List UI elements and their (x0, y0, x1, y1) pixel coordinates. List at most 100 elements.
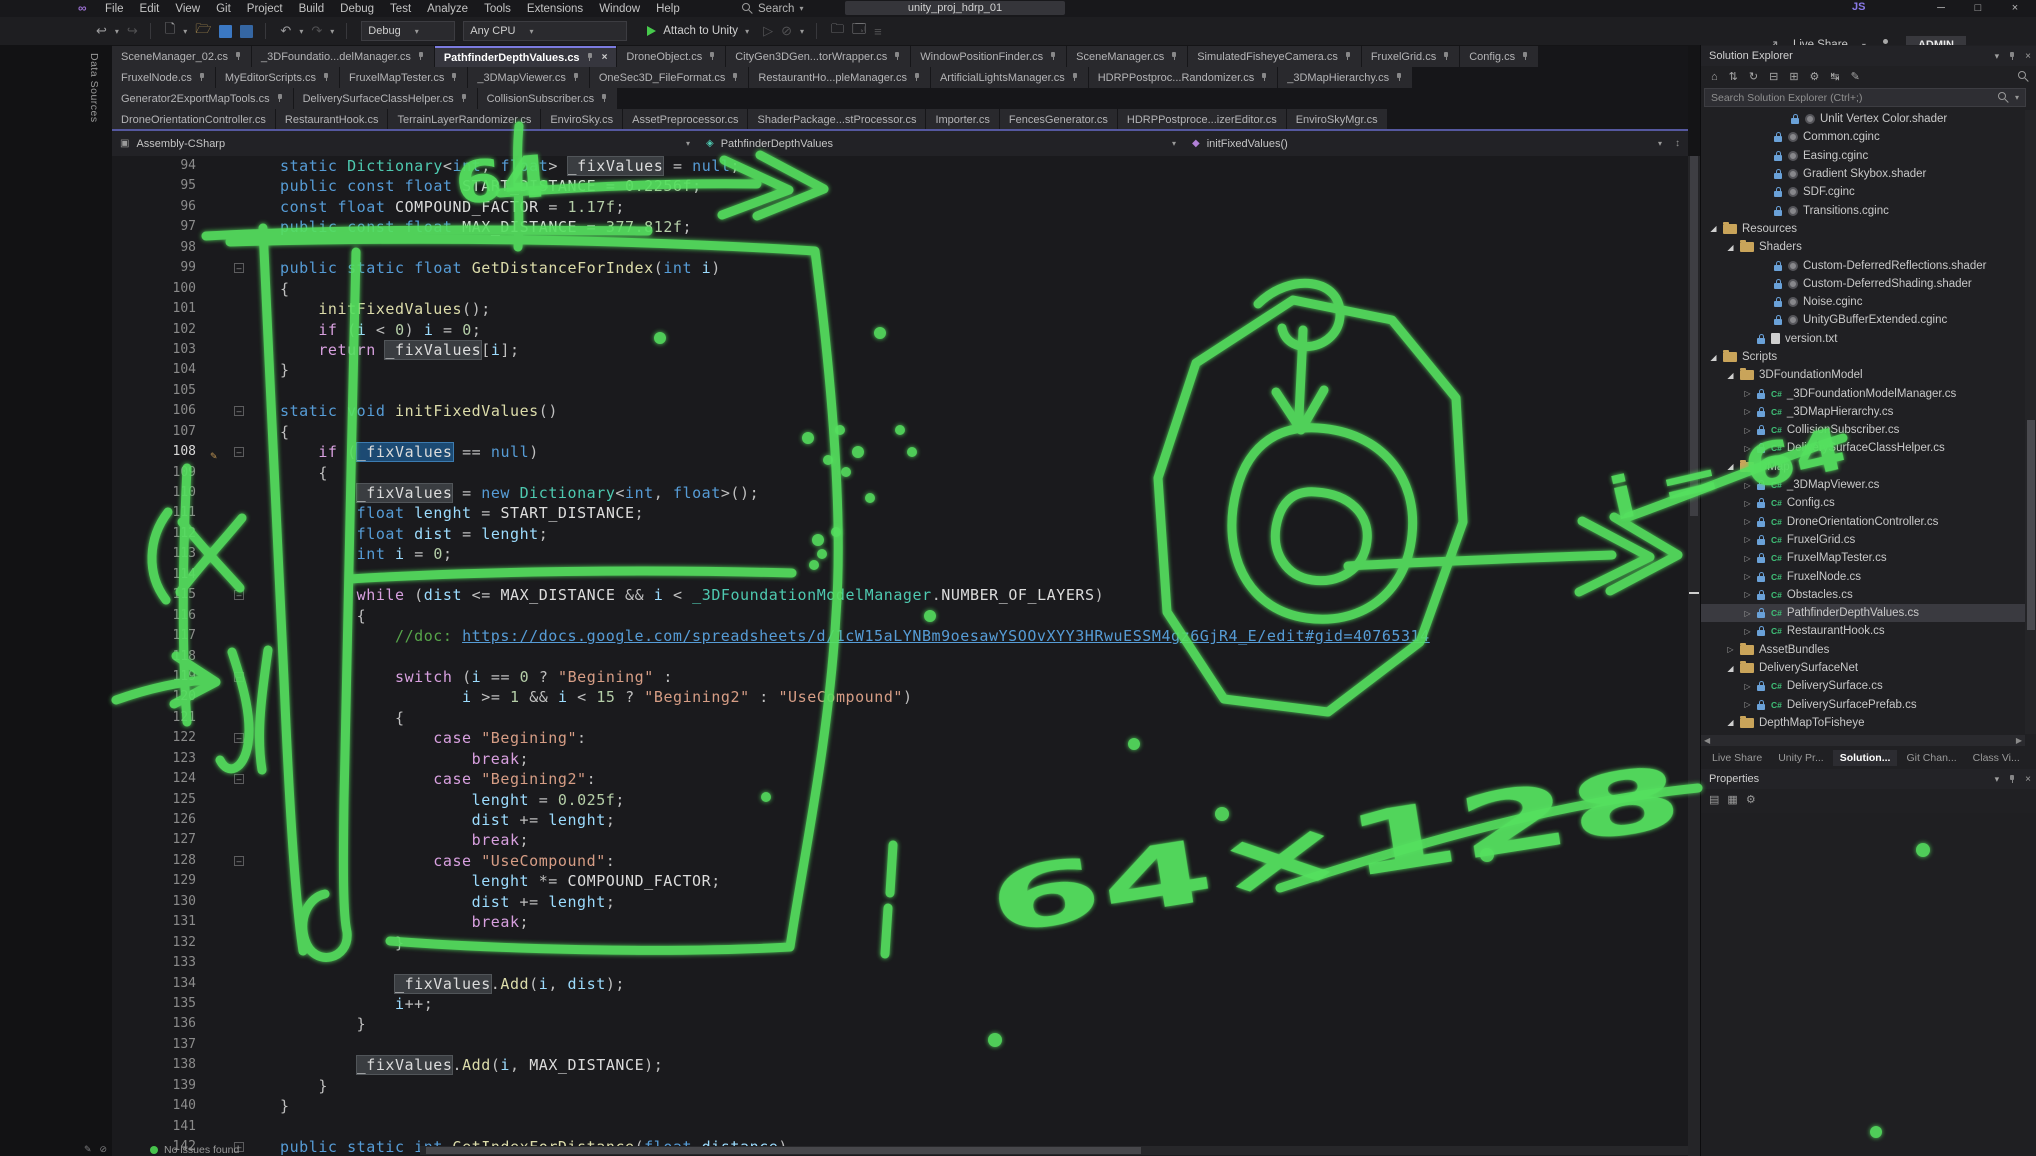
pin-icon[interactable] (2008, 775, 2016, 784)
fold-marker-icon[interactable]: – (234, 263, 244, 273)
find-icon[interactable]: 🗔 (852, 20, 866, 42)
collapsed-icon[interactable]: ▷ (1743, 444, 1752, 453)
document-tab[interactable]: _3DFoundatio...delManager.cs (252, 46, 434, 67)
document-tab[interactable]: TerrainLayerRandomizer.cs (388, 109, 540, 130)
tree-item-shaders[interactable]: ◢Shaders (1701, 238, 2025, 256)
fold-marker-icon[interactable]: – (234, 774, 244, 784)
code-line[interactable]: 135 i++; (112, 994, 1688, 1014)
undo-icon[interactable]: ↶ (280, 23, 291, 39)
close-icon[interactable]: × (2025, 774, 2031, 785)
search-icon[interactable] (2018, 71, 2029, 82)
tree-item--3dfoundationmodelmanager-cs[interactable]: ▷C#_3DFoundationModelManager.cs (1701, 384, 2025, 402)
pin-icon[interactable] (1344, 52, 1352, 61)
document-tab[interactable]: PathfinderDepthValues.cs× (435, 46, 617, 67)
document-tab[interactable]: SceneManager.cs (1067, 46, 1187, 67)
code-line[interactable]: 105 (112, 381, 1688, 401)
fold-marker-icon[interactable]: – (234, 590, 244, 600)
document-tab[interactable]: SimulatedFisheyeCamera.cs (1188, 46, 1361, 67)
expanded-icon[interactable]: ◢ (1726, 371, 1735, 380)
code-line[interactable]: 96const float COMPOUND_FACTOR = 1.17f; (112, 197, 1688, 217)
menu-item-debug[interactable]: Debug (333, 3, 381, 15)
breadcrumb-member[interactable]: ◆ initFixedValues() ▾ ↕ (1184, 131, 1688, 156)
tree-item-easing-cginc[interactable]: Easing.cginc (1701, 147, 2025, 165)
code-line[interactable]: 118 (112, 647, 1688, 667)
tree-item-fruxelnode-cs[interactable]: ▷C#FruxelNode.cs (1701, 567, 2025, 585)
tree-vertical-scrollbar[interactable] (2025, 110, 2036, 734)
close-button[interactable]: × (1999, 0, 2031, 16)
pin-icon[interactable] (1170, 52, 1178, 61)
code-line[interactable]: 127 break; (112, 830, 1688, 850)
tree-item-deliverysurfacenet[interactable]: ◢DeliverySurfaceNet (1701, 659, 2025, 677)
chevron-down-icon[interactable]: ▾ (299, 27, 303, 36)
document-tab[interactable]: Config.cs (1460, 46, 1538, 67)
pin-icon[interactable] (450, 73, 458, 82)
fold-marker-icon[interactable]: – (234, 447, 244, 457)
code-line[interactable]: 100{ (112, 279, 1688, 299)
close-icon[interactable]: × (2025, 51, 2031, 62)
tree-item-collisionsubscriber-cs[interactable]: ▷C#CollisionSubscriber.cs (1701, 421, 2025, 439)
document-tab[interactable]: DeliverySurfaceClassHelper.cs (294, 88, 477, 109)
document-tab[interactable]: HDRPPostproc...Randomizer.cs (1089, 67, 1278, 88)
code-line[interactable]: 131 break; (112, 912, 1688, 932)
tree-item-custom-deferredreflections-shader[interactable]: Custom-DeferredReflections.shader (1701, 256, 2025, 274)
show-all-files-icon[interactable]: ⊞ (1789, 70, 1798, 83)
tree-item-transitions-cginc[interactable]: Transitions.cginc (1701, 201, 2025, 219)
document-tab[interactable]: ShaderPackage...stProcessor.cs (748, 109, 925, 130)
expanded-icon[interactable]: ◢ (1709, 353, 1718, 362)
code-line[interactable]: 126 dist += lenght; (112, 810, 1688, 830)
code-editor[interactable]: 94static Dictionary<int, float> _fixValu… (112, 156, 1688, 1156)
document-tab[interactable]: Importer.cs (926, 109, 998, 130)
code-line[interactable]: 141 (112, 1117, 1688, 1137)
new-file-icon[interactable]: 🗋 (165, 20, 175, 42)
menu-item-help[interactable]: Help (649, 3, 687, 15)
code-line[interactable]: 137 (112, 1035, 1688, 1055)
solution-search-input[interactable]: Search Solution Explorer (Ctrl+;) ▾ (1704, 88, 2026, 107)
pin-icon[interactable] (708, 52, 716, 61)
code-line[interactable]: 129 lenght *= COMPOUND_FACTOR; (112, 871, 1688, 891)
code-line[interactable]: 120 i >= 1 && i < 15 ? "Begining2" : "Us… (112, 687, 1688, 707)
tree-item-deliverysurfaceprefab-cs[interactable]: ▷C#DeliverySurfacePrefab.cs (1701, 696, 2025, 714)
tree-item-sdf-cginc[interactable]: SDF.cginc (1701, 183, 2025, 201)
property-pages-icon[interactable]: ⚙ (1746, 793, 1756, 806)
collapsed-icon[interactable]: ▷ (1743, 572, 1752, 581)
code-line[interactable]: 97public const float MAX_DISTANCE = 377.… (112, 217, 1688, 237)
search-menu[interactable]: Search ▾ (742, 0, 803, 17)
tool-window-tab-live-share[interactable]: Live Share (1705, 750, 1769, 766)
tree-item--3dmaphierarchy-cs[interactable]: ▷C#_3DMapHierarchy.cs (1701, 403, 2025, 421)
code-line[interactable]: 106–static void initFixedValues() (112, 401, 1688, 421)
maximize-button[interactable]: □ (1962, 0, 1994, 16)
pin-icon[interactable] (417, 52, 425, 61)
tree-item-resources[interactable]: ◢Resources (1701, 220, 2025, 238)
document-tab[interactable]: FencesGenerator.cs (1000, 109, 1117, 130)
document-tab[interactable]: EnviroSky.cs (541, 109, 622, 130)
collapsed-icon[interactable]: ▷ (1743, 682, 1752, 691)
tree-item-gradient-skybox-shader[interactable]: Gradient Skybox.shader (1701, 165, 2025, 183)
code-line[interactable]: 121 { (112, 708, 1688, 728)
document-tab[interactable]: DroneObject.cs (617, 46, 725, 67)
menu-item-test[interactable]: Test (383, 3, 418, 15)
collapsed-icon[interactable]: ▷ (1743, 700, 1752, 709)
open-file-icon[interactable]: 🗁 (195, 20, 211, 42)
menu-item-file[interactable]: File (98, 3, 131, 15)
pin-icon[interactable] (1521, 52, 1529, 61)
tree-item-pathfinderdepthvalues-cs[interactable]: ▷C#PathfinderDepthValues.cs (1701, 604, 2025, 622)
code-line[interactable]: 134 _fixValues.Add(i, dist); (112, 974, 1688, 994)
fold-marker-icon[interactable]: – (234, 856, 244, 866)
menu-item-build[interactable]: Build (292, 3, 332, 15)
pin-icon[interactable] (1442, 52, 1450, 61)
more-tools-icon[interactable]: ≡ (874, 24, 882, 39)
code-line[interactable]: 140} (112, 1096, 1688, 1116)
switch-views-icon[interactable]: ⇅ (1729, 70, 1738, 83)
tool-window-tab-unity-pr-[interactable]: Unity Pr... (1771, 750, 1831, 766)
tree-item-depthmaptofisheye[interactable]: ◢DepthMapToFisheye (1701, 714, 2025, 732)
tool-window-tab-class-vi-[interactable]: Class Vi... (1966, 750, 2027, 766)
code-line[interactable]: 102 if (i < 0) i = 0; (112, 320, 1688, 340)
document-tab[interactable]: RestaurantHo...pleManager.cs (749, 67, 930, 88)
collapsed-icon[interactable]: ▷ (1743, 407, 1752, 416)
tree-item--3dmapviewer-cs[interactable]: ▷C#_3DMapViewer.cs (1701, 476, 2025, 494)
tree-item-unitygbufferextended-cginc[interactable]: UnityGBufferExtended.cginc (1701, 311, 2025, 329)
code-line[interactable]: 139 } (112, 1076, 1688, 1096)
code-line[interactable]: 112 float dist = lenght; (112, 524, 1688, 544)
collapse-all-icon[interactable]: ⊟ (1769, 70, 1778, 83)
pin-icon[interactable] (322, 73, 330, 82)
